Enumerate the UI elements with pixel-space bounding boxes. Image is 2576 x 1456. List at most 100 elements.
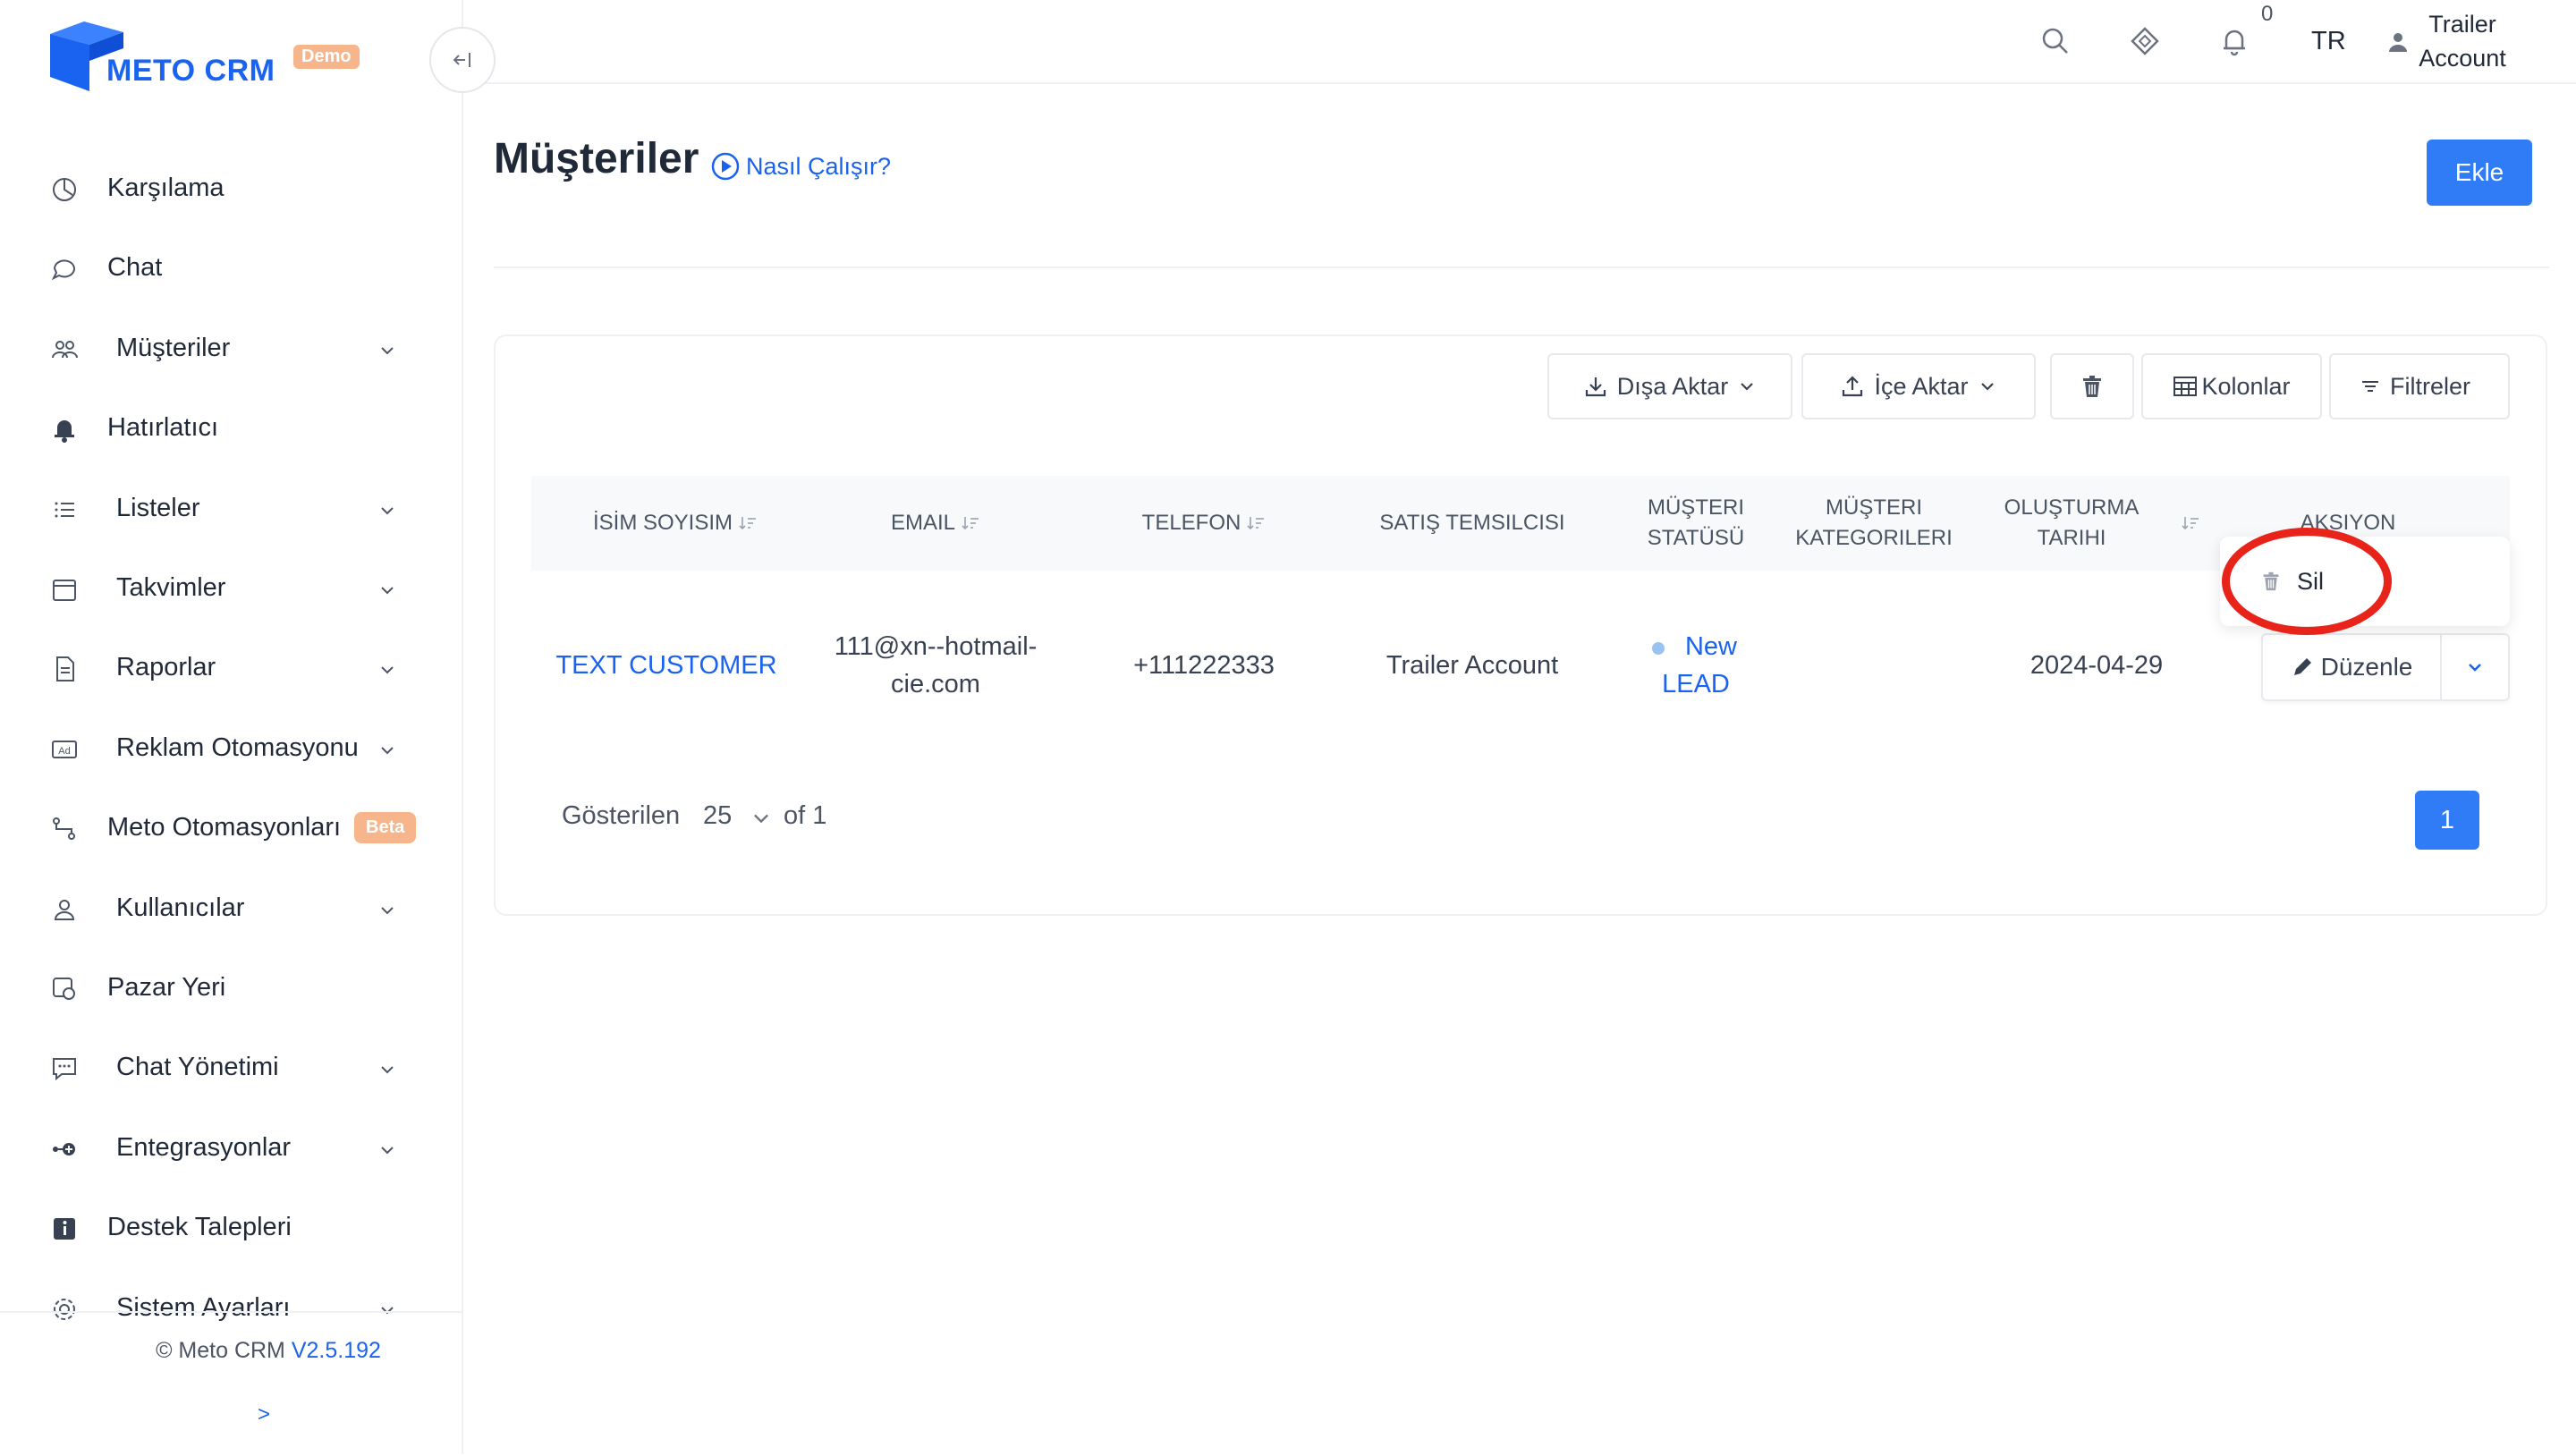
chevron-down-icon [1741, 383, 1754, 391]
export-button[interactable]: Dışa Aktar [1547, 353, 1792, 419]
chevron-down-icon [381, 1066, 394, 1074]
column-header-2[interactable]: EMAIL [807, 476, 1064, 571]
sidebar-item-13[interactable]: Entegrasyonlar [0, 1122, 463, 1176]
sidebar-footer: © Meto CRM V2.5.192 > [0, 1311, 463, 1456]
status-line2: LEAD [1662, 670, 1730, 698]
customer-status: New LEAD [1642, 624, 1750, 707]
sidebar-item-5[interactable]: Listeler [0, 483, 463, 537]
table-header: İSİM SOYISIM EMAIL TELEFON SATIŞ TEMSILCISI… [531, 476, 2510, 571]
search-icon[interactable] [2039, 25, 2072, 57]
sidebar-item-11[interactable]: Pazar Yeri [0, 962, 463, 1016]
column-header-text: EMAIL [891, 508, 955, 538]
column-header-line2: KATEGORILERI [1795, 526, 1953, 550]
chevron-down-icon [381, 906, 394, 915]
chevron-down-icon [381, 506, 394, 515]
demo-badge: Demo [293, 45, 360, 69]
page-button[interactable]: 1 [2415, 791, 2479, 850]
user-icon[interactable] [2386, 30, 2410, 54]
sidebar-item-12[interactable]: Chat Yönetimi [0, 1042, 463, 1096]
row-actions: Düzenle [2261, 633, 2510, 701]
sidebar-item-7[interactable]: Raporlar [0, 642, 463, 696]
customer-phone: +111222333 [1133, 651, 1275, 680]
expand-sidebar-button[interactable]: > [258, 1402, 270, 1427]
column-header-line1: TELEFON [1141, 511, 1241, 535]
customer-name-link[interactable]: TEXT CUSTOMER [531, 624, 801, 707]
sidebar-item-label: Takvimler [116, 573, 226, 602]
highlight-annotation-circle [2222, 528, 2392, 635]
sort-icon[interactable] [961, 514, 980, 532]
sidebar-item-9[interactable]: Meto Otomasyonları Beta [0, 802, 463, 856]
sidebar-item-label: Karşılama [107, 174, 225, 202]
collapse-sidebar-button[interactable] [429, 27, 496, 93]
bell-icon [50, 415, 79, 444]
page-count-label: of 1 [784, 801, 827, 830]
notification-count: 0 [2261, 2, 2274, 26]
version-link[interactable]: V2.5.192 [292, 1338, 381, 1363]
sidebar-item-label: Hatırlatıcı [107, 413, 219, 443]
filter-lines-icon [2361, 381, 2378, 392]
customer-email: 111@xn--hotmail- cie.com [807, 624, 1064, 707]
upload-icon [1843, 376, 1863, 397]
table-icon [2174, 377, 2198, 396]
email-line1: 111@xn--hotmail- [834, 632, 1038, 661]
how-it-works-link[interactable]: Nasıl Çalışır? [710, 150, 891, 182]
beta-badge: Beta [354, 812, 417, 844]
calendar-icon [50, 575, 79, 604]
info-icon [50, 1215, 79, 1243]
sort-icon[interactable] [2181, 514, 2200, 532]
column-header-1[interactable]: İSİM SOYISIM [549, 476, 801, 571]
column-header-line1: OLUŞTURMA TARIHI [2004, 495, 2140, 550]
import-button[interactable]: İçe Aktar [1801, 353, 2036, 419]
page-size-select[interactable]: 25 [703, 801, 732, 831]
sidebar-item-label: Chat [107, 253, 163, 283]
chevron-down-icon [1980, 383, 1994, 391]
sidebar-item-6[interactable]: Takvimler [0, 563, 463, 616]
sort-icon[interactable] [1246, 514, 1266, 532]
sidebar-item-2[interactable]: Chat [0, 242, 463, 296]
columns-label: Kolonlar [2201, 372, 2291, 400]
sidebar-item-label: Müşteriler [116, 333, 231, 362]
language-switcher[interactable]: TR [2311, 27, 2346, 56]
sidebar-item-4[interactable]: Hatırlatıcı [0, 402, 463, 456]
chevron-down-icon [381, 1147, 394, 1155]
column-header-text: OLUŞTURMA TARIHI [1968, 493, 2175, 554]
sidebar-item-10[interactable]: Kullanıcılar [0, 883, 463, 936]
sort-icon[interactable] [738, 514, 758, 532]
marketplace-icon [50, 975, 79, 1003]
diamond-apps-icon[interactable] [2129, 25, 2161, 57]
how-it-works-label: Nasıl Çalışır? [746, 152, 892, 180]
actions-dropdown-toggle[interactable] [2442, 635, 2508, 699]
chevron-down-icon [381, 347, 394, 355]
user-name-line1: Trailer [2428, 11, 2496, 38]
bell-icon[interactable] [2218, 25, 2250, 57]
users-icon [50, 335, 79, 364]
status-line1: New [1684, 632, 1737, 661]
user-account-menu[interactable]: Trailer Account [2413, 7, 2512, 75]
column-header-line1: MÜŞTERI [1647, 495, 1744, 520]
sidebar-item-14[interactable]: Destek Talepleri [0, 1202, 463, 1256]
sidebar-item-1[interactable]: Karşılama [0, 163, 463, 216]
chevron-down-icon[interactable] [750, 807, 773, 830]
brand-logo[interactable]: METO CRM Demo [48, 20, 370, 95]
column-header-text: MÜŞTERI STATÜSÜ [1648, 493, 1744, 554]
column-header-text: İSİM SOYISIM [593, 508, 733, 538]
chevron-down-icon [381, 587, 394, 595]
column-header-3[interactable]: TELEFON [1079, 476, 1329, 571]
add-customer-button[interactable]: Ekle [2427, 140, 2532, 206]
column-header-line1: SATIŞ TEMSILCISI [1379, 511, 1565, 535]
chat-manage-icon [50, 1054, 79, 1083]
column-header-text: TELEFON [1142, 508, 1241, 538]
trash-icon [2083, 376, 2101, 397]
edit-button[interactable]: Düzenle [2263, 635, 2442, 699]
column-header-7[interactable]: OLUŞTURMA TARIHI [1968, 476, 2200, 571]
user-name-line2: Account [2419, 45, 2506, 72]
filters-button[interactable]: Filtreler [2329, 353, 2510, 419]
column-header-line1: EMAIL [890, 511, 956, 535]
sidebar-item-3[interactable]: Müşteriler [0, 323, 463, 377]
chevron-down-icon [2469, 664, 2481, 672]
columns-button[interactable]: Kolonlar [2141, 353, 2322, 419]
sidebar-item-8[interactable]: Ad Reklam Otomasyonu [0, 723, 463, 776]
bulk-delete-button[interactable] [2050, 353, 2134, 419]
sidebar-item-label: Listeler [116, 493, 200, 522]
user-icon [50, 895, 79, 924]
